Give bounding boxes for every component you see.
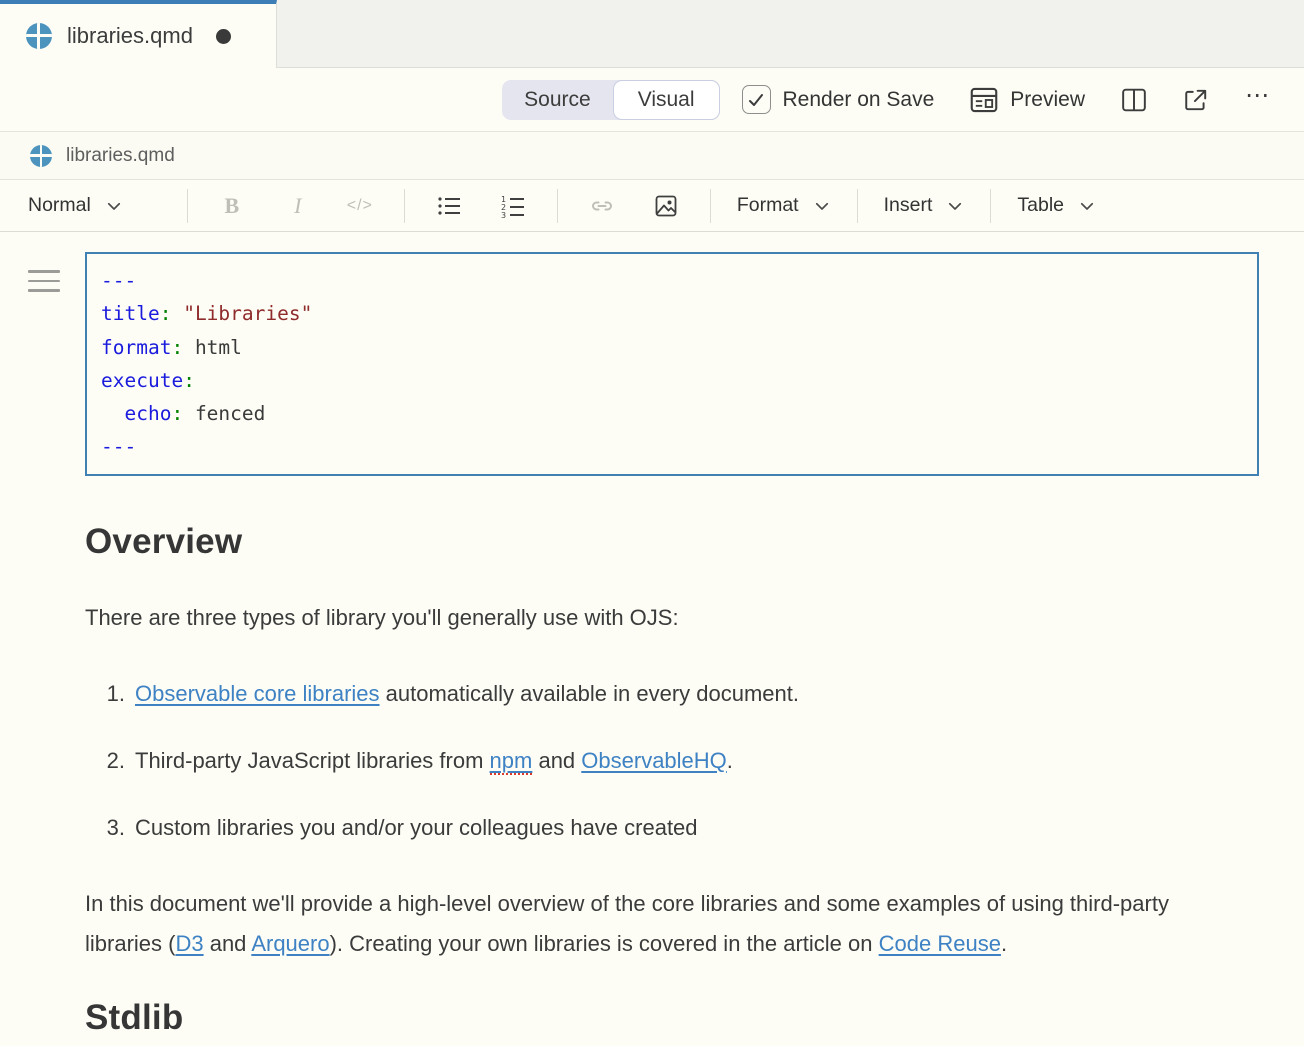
render-on-save-label: Render on Save [783, 88, 935, 112]
tab-bar-empty-area [277, 0, 1304, 68]
yaml-line: format: html [101, 331, 1257, 364]
library-types-list: 1. Observable core libraries automatical… [85, 674, 1235, 848]
toolbar-divider [857, 189, 858, 223]
editor-toolbar: Source Visual Render on Save Preview ⋯ [0, 68, 1304, 132]
code-reuse-link[interactable]: Code Reuse [879, 931, 1001, 956]
npm-link[interactable]: npm [490, 748, 533, 775]
quarto-file-icon [26, 23, 52, 49]
unsaved-changes-dot-icon [216, 29, 231, 44]
intro-paragraph: There are three types of library you'll … [85, 598, 1235, 638]
tab-libraries-qmd[interactable]: libraries.qmd [0, 0, 277, 68]
insert-image-button[interactable] [642, 187, 690, 225]
yaml-line: execute: [101, 364, 1257, 397]
chevron-down-icon [813, 197, 831, 215]
yaml-line: --- [101, 430, 1257, 463]
toolbar-divider [990, 189, 991, 223]
section-heading-stdlib: Stdlib [85, 998, 1235, 1038]
text-run: and [532, 748, 581, 773]
quarto-file-icon [30, 145, 52, 167]
toolbar-divider [404, 189, 405, 223]
split-editor-icon[interactable] [1121, 87, 1147, 113]
preview-icon[interactable] [970, 87, 998, 113]
table-menu-label: Table [1017, 194, 1064, 217]
chevron-down-icon [105, 197, 123, 215]
open-external-icon[interactable] [1183, 87, 1209, 113]
text-run: Custom libraries you and/or your colleag… [135, 815, 698, 840]
table-menu-dropdown[interactable]: Table [1011, 194, 1102, 217]
d3-link[interactable]: D3 [175, 931, 203, 956]
paragraph-style-label: Normal [28, 194, 91, 217]
chevron-down-icon [946, 197, 964, 215]
source-mode-button[interactable]: Source [502, 80, 613, 120]
paragraph-style-dropdown[interactable]: Normal [22, 194, 129, 217]
chevron-down-icon [1078, 197, 1096, 215]
numbered-list-button[interactable]: 123 [489, 187, 537, 225]
yaml-line: title: "Libraries" [101, 297, 1257, 330]
list-item-text: Observable core libraries automatically … [135, 674, 799, 714]
list-item-text: Third-party JavaScript libraries from np… [135, 741, 733, 781]
inline-code-button[interactable]: </> [336, 187, 384, 225]
format-menu-dropdown[interactable]: Format [731, 194, 837, 217]
toolbar-divider [710, 189, 711, 223]
list-item-number: 2. [97, 741, 125, 781]
yaml-line: echo: fenced [101, 397, 1257, 430]
more-options-icon[interactable]: ⋯ [1245, 84, 1272, 116]
breadcrumb: libraries.qmd [0, 132, 1304, 180]
tab-title: libraries.qmd [67, 23, 193, 49]
section-heading-overview: Overview [85, 522, 1235, 562]
insert-menu-label: Insert [884, 194, 933, 217]
checkmark-icon [747, 91, 765, 109]
visual-editor-canvas[interactable]: ---title: "Libraries"format: htmlexecute… [0, 232, 1304, 1045]
bullet-list-button[interactable] [425, 187, 473, 225]
source-visual-toggle: Source Visual [502, 80, 719, 120]
italic-button[interactable]: I [274, 187, 322, 225]
render-on-save-checkbox[interactable] [742, 85, 771, 114]
list-item-number: 3. [97, 808, 125, 848]
format-menu-label: Format [737, 194, 799, 217]
closing-paragraph: In this document we'll provide a high-le… [85, 884, 1235, 964]
insert-menu-dropdown[interactable]: Insert [878, 194, 971, 217]
yaml-front-matter-block[interactable]: ---title: "Libraries"format: htmlexecute… [85, 252, 1259, 476]
bold-button[interactable]: B [208, 187, 256, 225]
yaml-line: --- [101, 264, 1257, 297]
toolbar-divider [187, 189, 188, 223]
insert-link-button[interactable] [578, 187, 626, 225]
toolbar-divider [557, 189, 558, 223]
breadcrumb-file-name[interactable]: libraries.qmd [66, 145, 175, 167]
text-run: ). Creating your own libraries is covere… [330, 931, 879, 956]
format-toolbar: Normal B I </> 123 Format Insert Table [0, 180, 1304, 232]
observable-core-libraries-link[interactable]: Observable core libraries [135, 681, 380, 706]
editor-tab-bar: libraries.qmd [0, 0, 1304, 68]
visual-mode-button[interactable]: Visual [613, 80, 720, 120]
svg-text:3: 3 [501, 211, 506, 218]
text-run: Third-party JavaScript libraries from [135, 748, 490, 773]
text-run: and [204, 931, 252, 956]
text-run: . [1001, 931, 1007, 956]
observablehq-link[interactable]: ObservableHQ [581, 748, 727, 773]
arquero-link[interactable]: Arquero [251, 931, 329, 956]
list-item: 2. Third-party JavaScript libraries from… [85, 741, 1235, 781]
list-item: 1. Observable core libraries automatical… [85, 674, 1235, 714]
outline-menu-icon[interactable] [28, 270, 60, 292]
list-item: 3. Custom libraries you and/or your coll… [85, 808, 1235, 848]
list-item-number: 1. [97, 674, 125, 714]
text-run: automatically available in every documen… [380, 681, 799, 706]
list-item-text: Custom libraries you and/or your colleag… [135, 808, 698, 848]
preview-button[interactable]: Preview [1010, 88, 1085, 112]
text-run: . [727, 748, 733, 773]
